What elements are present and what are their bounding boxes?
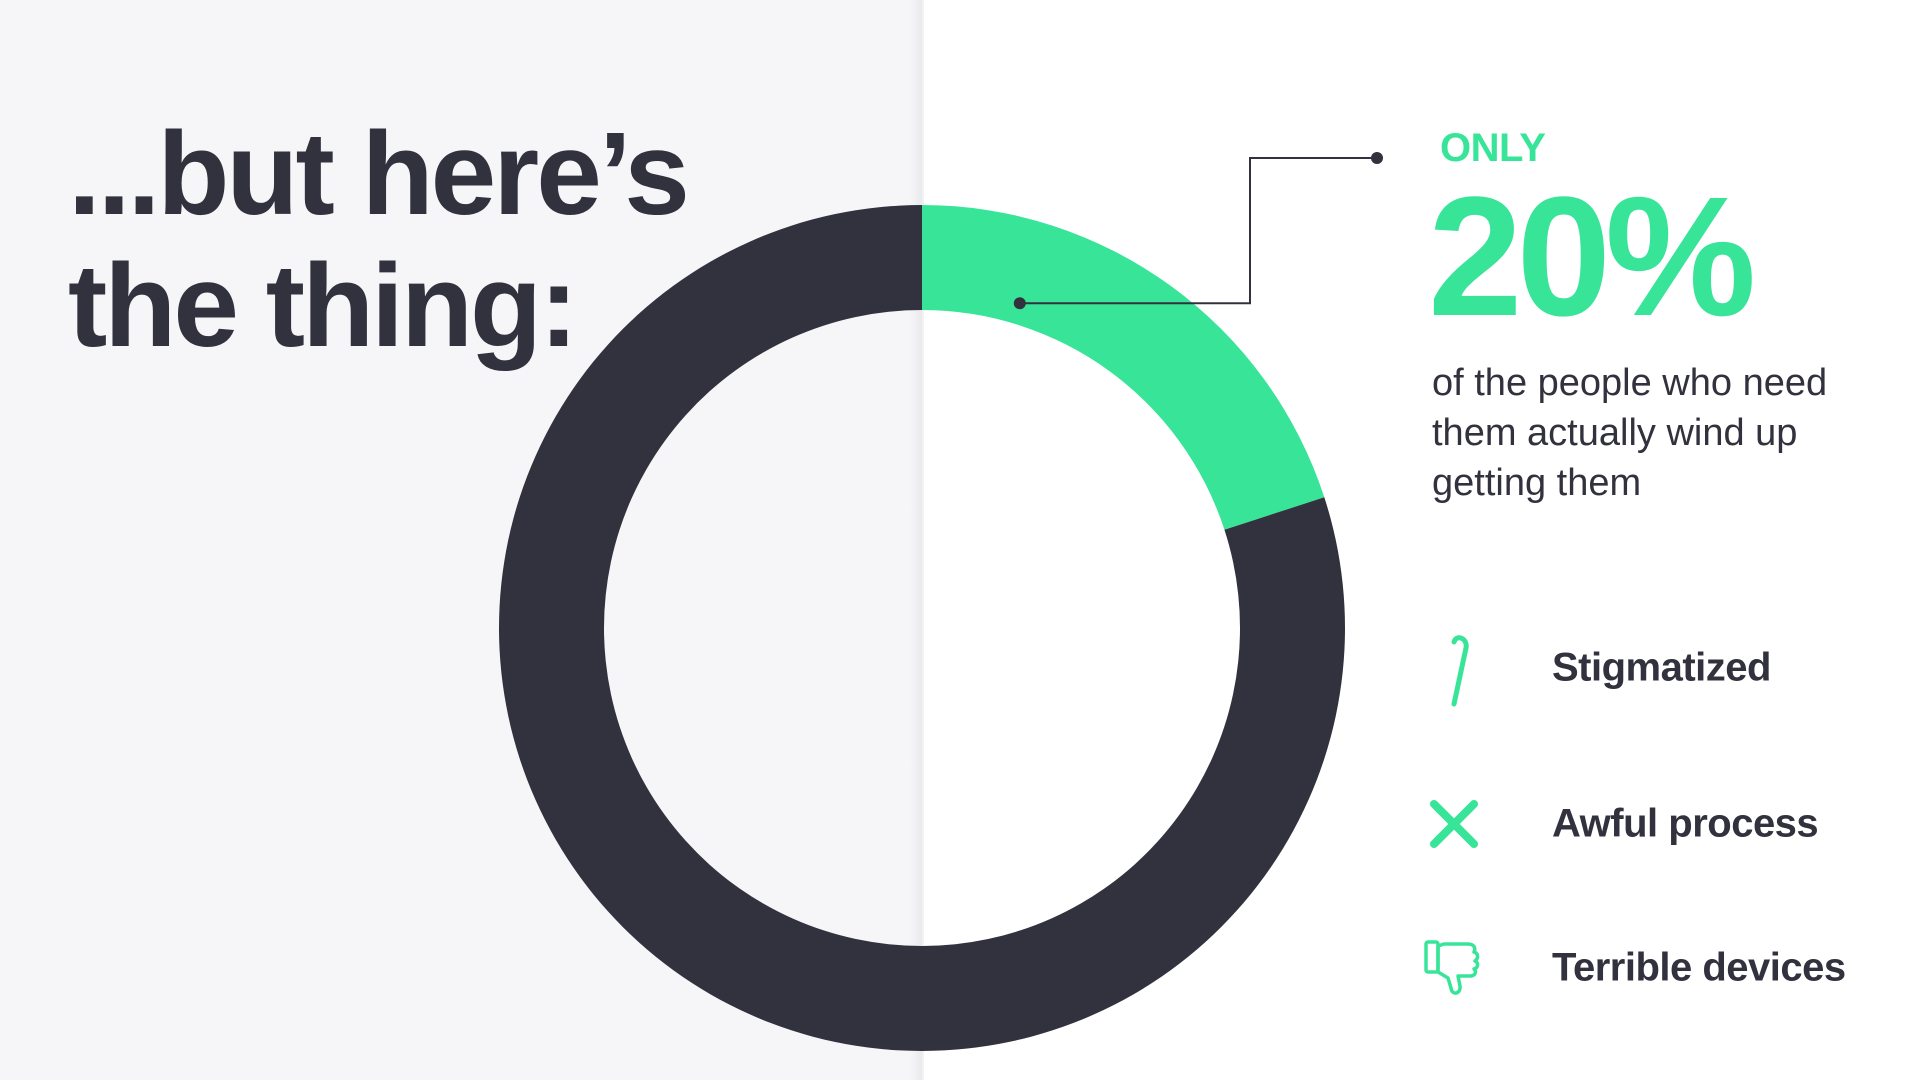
slide: ...but here’s the thing: ONLY 20% of the…	[0, 0, 1920, 1080]
reason-label: Stigmatized	[1552, 645, 1771, 690]
cane-icon	[1451, 635, 1469, 707]
donut-slice-0	[922, 205, 1325, 530]
callout-dot-start	[1013, 297, 1026, 310]
reason-terrible-devices: Terrible devices	[1420, 928, 1900, 1008]
callout-value: 20%	[1428, 162, 1756, 352]
donut-slices	[498, 205, 1345, 1052]
reason-label: Terrible devices	[1552, 945, 1846, 990]
x-icon	[1430, 800, 1478, 848]
reason-awful-process: Awful process	[1420, 784, 1900, 864]
callout-dot-end	[1371, 152, 1383, 164]
reason-stigmatized: Stigmatized	[1420, 628, 1900, 708]
reason-label: Awful process	[1552, 801, 1819, 846]
callout-description: of the people who need them actually win…	[1432, 362, 1828, 504]
thumbs-down-icon	[1424, 940, 1480, 995]
